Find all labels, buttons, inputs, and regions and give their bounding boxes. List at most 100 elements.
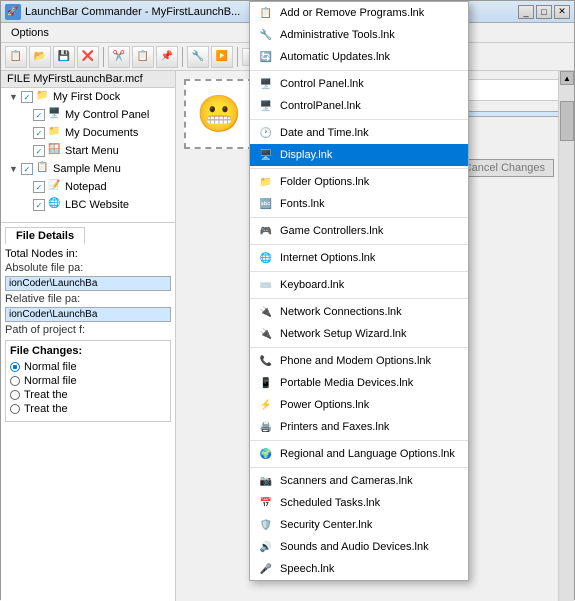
dropdown-separator-26 [250, 440, 468, 441]
radio-item-1: Normal file [10, 361, 166, 373]
radio-3[interactable] [10, 390, 20, 400]
dropdown-item-label: Game Controllers.lnk [280, 225, 383, 237]
tree-icon-notepad: 📝 [48, 180, 62, 194]
tree-checkbox-lbc[interactable] [33, 199, 45, 211]
dropdown-item[interactable]: 📞Phone and Modem Options.lnk [250, 350, 468, 372]
dropdown-item[interactable]: 📱Portable Media Devices.lnk [250, 372, 468, 394]
dropdown-item[interactable]: 🛡️Security Center.lnk [250, 514, 468, 536]
toolbar-open[interactable]: 📂 [29, 46, 51, 68]
dropdown-item[interactable]: 📅Scheduled Tasks.lnk [250, 492, 468, 514]
tree-item-controlpanel[interactable]: 🖥️ My Control Panel [1, 106, 175, 124]
dropdown-item[interactable]: 🔌Network Connections.lnk [250, 301, 468, 323]
dropdown-item-icon: ⌨️ [258, 277, 274, 293]
menu-options[interactable]: Options [5, 25, 55, 41]
toolbar-cut[interactable]: ✂️ [108, 46, 130, 68]
dropdown-item-icon: 🕐 [258, 125, 274, 141]
dropdown-item-label: Display.lnk [280, 149, 332, 161]
tree-checkbox-sample[interactable] [21, 163, 33, 175]
cancel-changes-button[interactable]: Cancel Changes [455, 159, 554, 177]
dropdown-item[interactable]: ⚡Power Options.lnk [250, 394, 468, 416]
dropdown-item[interactable]: 🕐Date and Time.lnk [250, 122, 468, 144]
tree-item-notepad[interactable]: 📝 Notepad [1, 178, 175, 196]
dropdown-item-label: Folder Options.lnk [280, 176, 369, 188]
dropdown-item-icon: 📋 [258, 5, 274, 21]
tree-checkbox-docs[interactable] [33, 127, 45, 139]
total-nodes-label: Total Nodes in: [5, 248, 78, 260]
toolbar-delete[interactable]: ❌ [77, 46, 99, 68]
dropdown-item-label: Network Connections.lnk [280, 306, 402, 318]
tree-checkbox-start[interactable] [33, 145, 45, 157]
dropdown-separator-3 [250, 70, 468, 71]
relative-path-value: ionCoder\LaunchBa [5, 307, 171, 322]
tree-item-mydocs[interactable]: 📁 My Documents [1, 124, 175, 142]
toolbar-paste[interactable]: 📌 [156, 46, 178, 68]
dropdown-item[interactable]: 🔄Automatic Updates.lnk [250, 46, 468, 68]
scrollbar-thumb[interactable] [560, 101, 574, 141]
scroll-up[interactable]: ▲ [560, 71, 574, 85]
dropdown-item[interactable]: 📁 Folder Options.lnk [250, 171, 468, 193]
dropdown-item-label: Sounds and Audio Devices.lnk [280, 541, 429, 553]
dropdown-item[interactable]: 🔌Network Setup Wizard.lnk [250, 323, 468, 345]
radio-2[interactable] [10, 376, 20, 386]
tree-icon-lbc: 🌐 [48, 198, 62, 212]
tree-item-samplemenu[interactable]: ▼ 📋 Sample Menu [1, 160, 175, 178]
dropdown-item[interactable]: 🌐Internet Options.lnk [250, 247, 468, 269]
dropdown-item-icon: 🎮 [258, 223, 274, 239]
toolbar-save[interactable]: 💾 [53, 46, 75, 68]
tree-label-start: Start Menu [65, 145, 119, 157]
dropdown-item[interactable]: 📷Scanners and Cameras.lnk [250, 470, 468, 492]
scrollbar-track[interactable]: ▲ [558, 71, 574, 601]
radio-1[interactable] [10, 362, 20, 372]
tree-icon-start: 🪟 [48, 144, 62, 158]
tree-checkbox-dock[interactable] [21, 91, 33, 103]
dropdown-item-icon: 📁 [258, 174, 274, 190]
dropdown-item[interactable]: 🖥️ Display.lnk [250, 144, 468, 166]
absolute-path-label: Absolute file pa: [5, 262, 171, 274]
dropdown-item-icon: 📱 [258, 375, 274, 391]
toolbar-run[interactable]: ▶️ [211, 46, 233, 68]
dropdown-item[interactable]: 🖨️Printers and Faxes.lnk [250, 416, 468, 438]
file-details-section: File Details Total Nodes in: Absolute fi… [1, 222, 175, 430]
dropdown-item[interactable]: ⌨️Keyboard.lnk [250, 274, 468, 296]
tree-checkbox-notepad[interactable] [33, 181, 45, 193]
tree-item-lbcwebsite[interactable]: 🌐 LBC Website [1, 196, 175, 214]
dropdown-item[interactable]: 🖥️System.lnk [250, 580, 468, 581]
absolute-path-row: Absolute file pa: ionCoder\LaunchBa [5, 262, 171, 291]
dropdown-item-icon: 🔊 [258, 539, 274, 555]
dropdown-item[interactable]: 🔊 Sounds and Audio Devices.lnk [250, 536, 468, 558]
dropdown-item-icon: 🎤 [258, 561, 274, 577]
radio-label-2: Normal file [24, 375, 77, 387]
tree-label-docs: My Documents [65, 127, 138, 139]
dropdown-separator-21 [250, 347, 468, 348]
radio-4[interactable] [10, 404, 20, 414]
tree-label-cp: My Control Panel [65, 109, 149, 121]
dropdown-item-label: Control Panel.lnk [280, 78, 364, 90]
dropdown-item[interactable]: 🔧Administrative Tools.lnk [250, 24, 468, 46]
dropdown-item-icon: ⚡ [258, 397, 274, 413]
dropdown-item-label: Phone and Modem Options.lnk [280, 355, 431, 367]
dropdown-item[interactable]: 🖥️ControlPanel.lnk [250, 95, 468, 117]
dropdown-separator-6 [250, 119, 468, 120]
dropdown-separator-14 [250, 244, 468, 245]
tree-checkbox-cp[interactable] [33, 109, 45, 121]
tree-item-root[interactable]: ▼ 📁 My First Dock [1, 88, 175, 106]
dropdown-item[interactable]: 🌍Regional and Language Options.lnk [250, 443, 468, 465]
minimize-button[interactable]: _ [518, 5, 534, 19]
maximize-button[interactable]: □ [536, 5, 552, 19]
tree-icon-cp: 🖥️ [48, 108, 62, 122]
dropdown-item-icon: 🛡️ [258, 517, 274, 533]
tree-item-startmenu[interactable]: 🪟 Start Menu [1, 142, 175, 160]
toolbar-settings[interactable]: 🔧 [187, 46, 209, 68]
dropdown-item-icon: 🖥️ [258, 147, 274, 163]
toolbar-copy[interactable]: 📋 [132, 46, 154, 68]
dropdown-item[interactable]: 🖥️Control Panel.lnk [250, 73, 468, 95]
dropdown-item[interactable]: 📋Add or Remove Programs.lnk [250, 2, 468, 24]
dropdown-menu: 📋Add or Remove Programs.lnk🔧Administrati… [249, 1, 469, 581]
dropdown-item[interactable]: 🔤Fonts.lnk [250, 193, 468, 215]
tab-file-details[interactable]: File Details [5, 227, 85, 244]
dropdown-item[interactable]: 🎤Speech.lnk [250, 558, 468, 580]
toolbar-new[interactable]: 📋 [5, 46, 27, 68]
dropdown-item[interactable]: 🎮 Game Controllers.lnk [250, 220, 468, 242]
left-panel: FILE MyFirstLaunchBar.mcf ▼ 📁 My First D… [1, 71, 176, 601]
close-button[interactable]: ✕ [554, 5, 570, 19]
